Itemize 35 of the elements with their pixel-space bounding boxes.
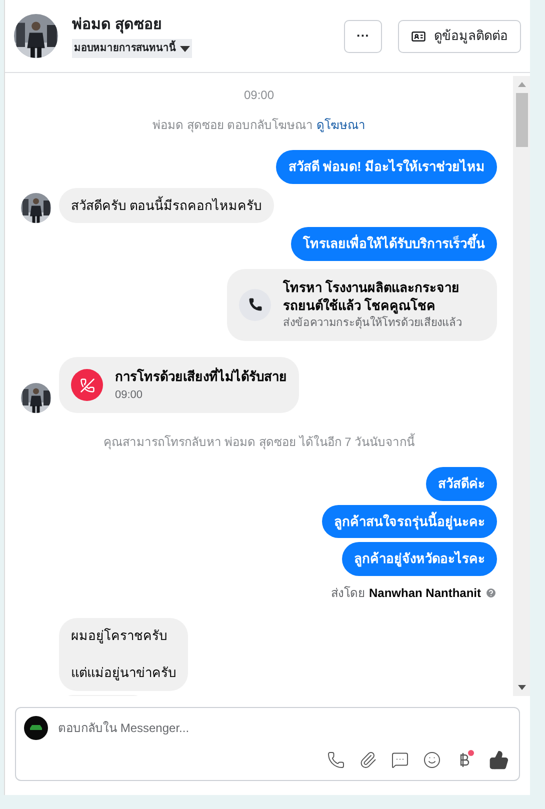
chat-bubble-icon[interactable] bbox=[391, 751, 409, 769]
message-line: ผมอยู่โคราชครับ bbox=[71, 626, 168, 645]
phone-icon bbox=[239, 288, 271, 321]
message-line: สวัสดีครับ ตอนนี้มีรถคอกไหมครับ bbox=[71, 196, 262, 214]
help-icon[interactable] bbox=[485, 586, 497, 598]
sent-message: ลูกค้าอยู่จังหวัดอะไรคะ bbox=[342, 542, 497, 576]
timestamp: 09:00 bbox=[244, 87, 274, 104]
contact-info-button[interactable]: ดูข้อมูลติดต่อ bbox=[398, 20, 521, 52]
assign-dropdown[interactable]: มอบหมายการสนทนานี้ bbox=[72, 39, 192, 58]
sent-message: ลูกค้าสนใจรถรุ่นนี้อยู่นะคะ bbox=[322, 504, 497, 538]
message-line: แต่แม่อยู่นาข่าครับ bbox=[71, 664, 176, 682]
page-logo-icon bbox=[24, 716, 48, 740]
contact-name: พ่อมด สุดซอย bbox=[72, 14, 164, 36]
sent-by-label: ส่งโดย bbox=[330, 584, 365, 602]
sender-name: Nanwhan Nanthanit bbox=[368, 584, 481, 602]
thumbs-up-icon[interactable] bbox=[489, 750, 509, 770]
sent-message: สวัสดีค่ะ bbox=[426, 467, 497, 500]
smiley-icon[interactable] bbox=[423, 751, 441, 769]
reply-input[interactable]: ตอบกลับใน Messenger... bbox=[58, 719, 511, 737]
contact-card-icon bbox=[411, 28, 426, 44]
missed-call-icon bbox=[71, 369, 103, 401]
view-ad-link[interactable]: ดูโฆษณา bbox=[316, 118, 366, 132]
call-title: การโทรด้วยเสียงที่ไม่ได้รับสาย bbox=[115, 367, 287, 386]
call-time: 09:00 bbox=[115, 388, 144, 402]
paperclip-icon[interactable] bbox=[359, 751, 377, 769]
call-title: โทรหา โรงงานผลิตและกระจาย รถยนต์ใช้แล้ว โชคคูณโชค bbox=[283, 278, 461, 314]
sent-message: โทรเลยเพื่อให้ได้รับบริการเร็วขึ้น bbox=[291, 227, 497, 260]
system-message: คุณสามารถโทรกลับหา พ่อมด สุดซอย ได้ในอีก 7 วันนับจากนี้ bbox=[103, 433, 415, 451]
phone-icon[interactable] bbox=[327, 751, 345, 769]
caret-icon bbox=[180, 46, 190, 52]
system-message: พ่อมด สุดซอย ตอบกลับโฆษณา ดูโฆษณา bbox=[152, 117, 366, 134]
more-button[interactable]: ··· bbox=[344, 20, 382, 52]
sent-message: สวัสดี พ่อมด! มีอะไรให้เราช่วยไหม bbox=[276, 150, 497, 184]
call-subtitle: ส่งข้อความกระตุ้นให้โทรด้วยเสียงแล้ว bbox=[283, 315, 463, 331]
scrollbar[interactable] bbox=[513, 76, 530, 696]
